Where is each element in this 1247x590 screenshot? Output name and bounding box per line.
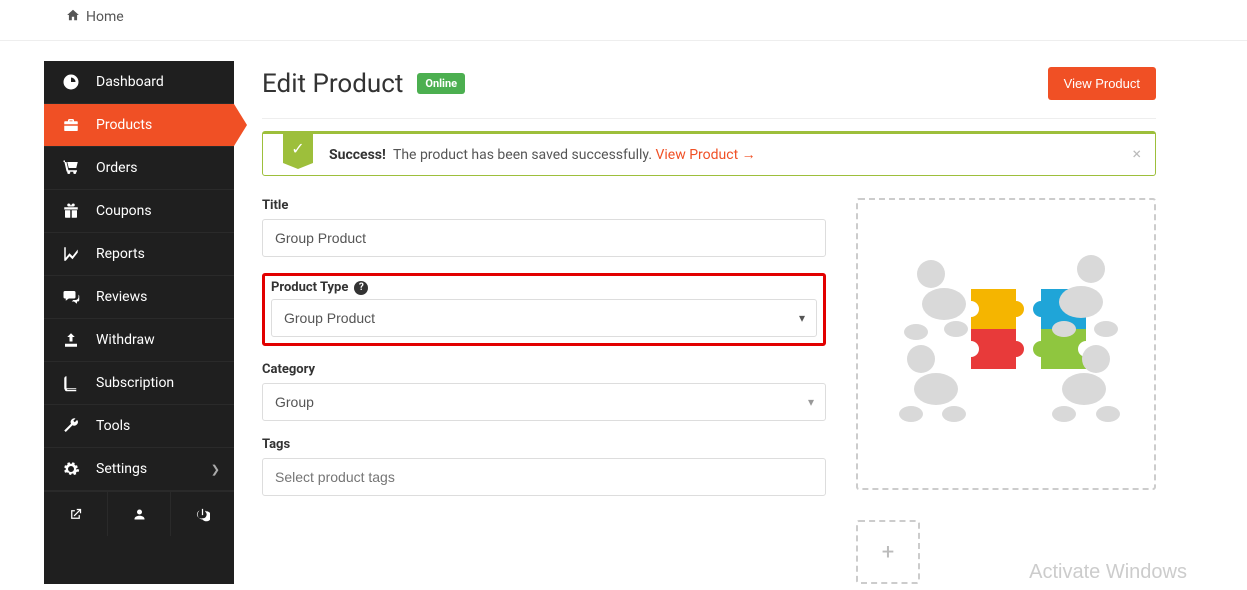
view-product-button[interactable]: View Product [1048, 67, 1156, 100]
title-group: Title [262, 198, 826, 257]
wrench-icon [62, 417, 80, 435]
image-panel: + [856, 198, 1156, 584]
sidebar-item-orders[interactable]: Orders [44, 147, 234, 190]
featured-image-box[interactable] [856, 198, 1156, 490]
sidebar-item-label: Dashboard [96, 74, 164, 90]
gear-icon [62, 460, 80, 478]
sidebar-item-label: Subscription [96, 375, 174, 391]
tags-group: Tags [262, 437, 826, 496]
help-icon[interactable]: ? [354, 281, 368, 295]
sidebar-item-tools[interactable]: Tools [44, 405, 234, 448]
tags-input[interactable] [262, 458, 826, 496]
chart-icon [62, 245, 80, 263]
windows-watermark: Activate Windows [1029, 561, 1187, 584]
breadcrumb: Home [0, 0, 1247, 41]
tags-label: Tags [262, 437, 826, 452]
breadcrumb-home-link[interactable]: Home [66, 8, 124, 26]
sidebar-item-label: Orders [96, 160, 138, 176]
content: Edit Product Online View Product ✓ Succe… [234, 61, 1184, 584]
category-group: Category Group [262, 362, 826, 421]
category-label: Category [262, 362, 826, 377]
status-badge: Online [417, 73, 465, 94]
sidebar-item-withdraw[interactable]: Withdraw [44, 319, 234, 362]
power-button[interactable] [171, 492, 234, 536]
alert-message: Success! The product has been saved succ… [313, 134, 772, 175]
sidebar-item-label: Products [96, 117, 152, 133]
product-type-select[interactable]: Group Product [271, 299, 817, 337]
alert-text: The product has been saved successfully. [393, 147, 656, 163]
sidebar-item-dashboard[interactable]: Dashboard [44, 61, 234, 104]
product-type-label: Product Type ? [271, 280, 817, 295]
sidebar-bottom-actions [44, 491, 234, 536]
title-input[interactable] [262, 219, 826, 257]
sidebar-item-reviews[interactable]: Reviews [44, 276, 234, 319]
home-icon [66, 8, 80, 26]
success-alert: ✓ Success! The product has been saved su… [262, 131, 1156, 176]
add-image-button[interactable]: + [856, 520, 920, 584]
breadcrumb-home-label: Home [86, 9, 124, 25]
alert-strong: Success! [329, 147, 386, 163]
chevron-right-icon: ❯ [211, 463, 220, 476]
page-header: Edit Product Online View Product [262, 61, 1156, 119]
sidebar: Dashboard Products Orders Coupons Report… [44, 61, 234, 584]
cart-icon [62, 159, 80, 177]
product-type-label-text: Product Type [271, 280, 348, 295]
sidebar-item-reports[interactable]: Reports [44, 233, 234, 276]
plus-icon: + [882, 540, 894, 565]
category-select[interactable]: Group [262, 383, 826, 421]
page-title: Edit Product [262, 69, 403, 99]
sidebar-item-settings[interactable]: Settings ❯ [44, 448, 234, 491]
check-icon: ✓ [283, 133, 313, 163]
product-image [866, 234, 1146, 454]
external-link-button[interactable] [44, 492, 108, 536]
upload-icon [62, 331, 80, 349]
comments-icon [62, 288, 80, 306]
book-icon [62, 374, 80, 392]
form-main: Title Product Type ? Group Product [262, 198, 826, 584]
sidebar-item-label: Settings [96, 461, 147, 477]
product-type-highlight: Product Type ? Group Product [262, 273, 826, 346]
sidebar-item-products[interactable]: Products [44, 104, 234, 147]
sidebar-item-label: Reports [96, 246, 145, 262]
gift-icon [62, 202, 80, 220]
title-label: Title [262, 198, 826, 213]
sidebar-item-label: Withdraw [96, 332, 155, 348]
sidebar-item-coupons[interactable]: Coupons [44, 190, 234, 233]
sidebar-item-label: Reviews [96, 289, 147, 305]
sidebar-item-label: Tools [96, 418, 130, 434]
alert-view-link[interactable]: View Product → [655, 147, 755, 163]
briefcase-icon [62, 116, 80, 134]
sidebar-item-subscription[interactable]: Subscription [44, 362, 234, 405]
sidebar-item-label: Coupons [96, 203, 152, 219]
profile-button[interactable] [108, 492, 172, 536]
close-icon[interactable]: × [1132, 144, 1141, 163]
dashboard-icon [62, 73, 80, 91]
